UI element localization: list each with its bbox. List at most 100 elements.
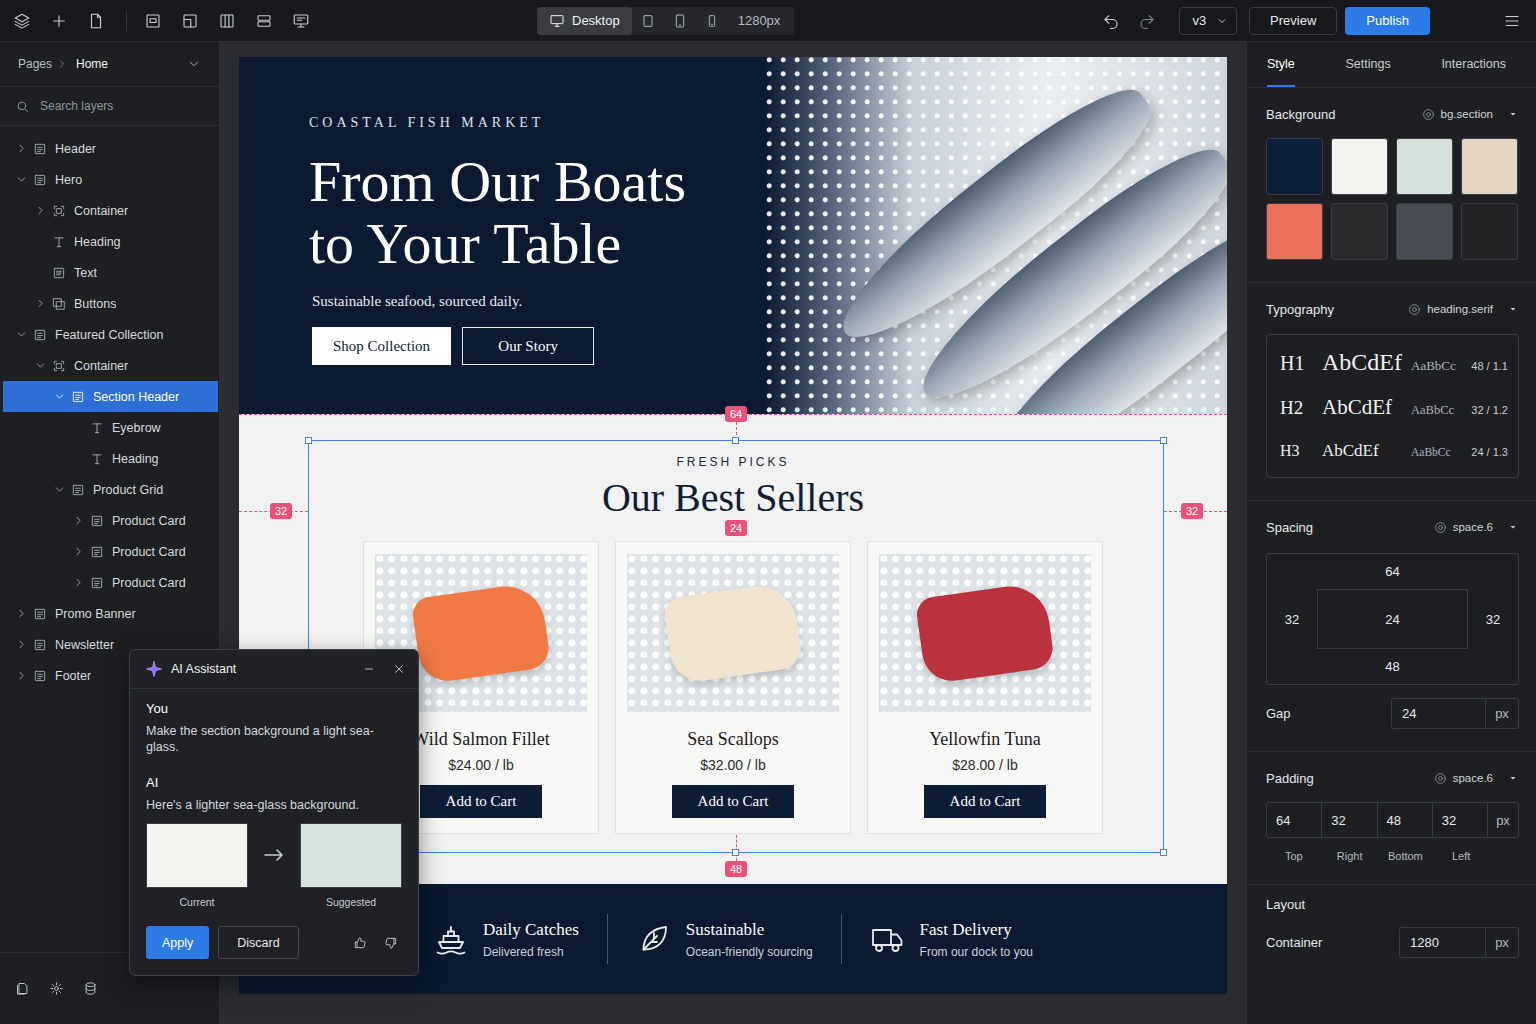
inspector-tab[interactable]: Interactions bbox=[1441, 42, 1506, 87]
chevron-icon[interactable] bbox=[72, 545, 85, 558]
layers-button[interactable] bbox=[8, 7, 36, 35]
color-swatch[interactable] bbox=[1266, 203, 1323, 260]
product-card[interactable]: Sea Scallops$32.00 / lbAdd to Cart bbox=[615, 541, 851, 834]
layer-row[interactable]: Section Header bbox=[3, 381, 218, 412]
columns-block-button[interactable] bbox=[213, 7, 241, 35]
spacing-right[interactable]: 32 bbox=[1468, 589, 1518, 649]
settings-button[interactable] bbox=[42, 975, 70, 1003]
token-select[interactable]: space.6 bbox=[1434, 772, 1519, 785]
chevron-icon[interactable] bbox=[15, 173, 28, 186]
layer-row[interactable]: Buttons bbox=[3, 288, 218, 319]
publish-button[interactable]: Publish bbox=[1345, 7, 1430, 35]
device-button[interactable] bbox=[664, 7, 696, 35]
hero-button[interactable]: Our Story bbox=[462, 327, 594, 365]
layer-row[interactable]: Eyebrow bbox=[3, 412, 218, 443]
chevron-icon[interactable] bbox=[53, 390, 66, 403]
chevron-icon[interactable] bbox=[53, 483, 66, 496]
spacing-left[interactable]: 32 bbox=[1267, 589, 1317, 649]
token-select[interactable]: heading.serif bbox=[1408, 303, 1519, 316]
apply-button[interactable]: Apply bbox=[146, 926, 209, 959]
color-swatch[interactable] bbox=[1331, 203, 1388, 260]
section-block-button[interactable] bbox=[139, 7, 167, 35]
type-style-row[interactable]: H1AbCdEfAaBbCc48 / 1.1 bbox=[1267, 337, 1518, 383]
add-to-cart-button[interactable]: Add to Cart bbox=[672, 785, 794, 818]
chevron-icon[interactable] bbox=[15, 142, 28, 155]
redo-button[interactable] bbox=[1133, 7, 1161, 35]
chevron-icon[interactable] bbox=[72, 576, 85, 589]
preview-button[interactable]: Preview bbox=[1249, 7, 1337, 35]
add-to-cart-button[interactable]: Add to Cart bbox=[420, 785, 542, 818]
device-button[interactable] bbox=[696, 7, 728, 35]
color-swatch[interactable] bbox=[1396, 203, 1453, 260]
container-width-input[interactable]: 1280px bbox=[1399, 927, 1519, 958]
chevron-icon[interactable] bbox=[15, 328, 28, 341]
data-button[interactable] bbox=[76, 975, 104, 1003]
token-select[interactable]: space.6 bbox=[1434, 521, 1519, 534]
chevron-icon[interactable] bbox=[34, 297, 47, 310]
spacing-bottom[interactable]: 48 bbox=[1317, 649, 1468, 684]
chevron-icon[interactable] bbox=[34, 359, 47, 372]
layer-row[interactable]: Featured Collection bbox=[3, 319, 218, 350]
hero-section[interactable]: COASTAL FISH MARKETFrom Our Boatsto Your… bbox=[239, 57, 1227, 414]
color-swatch[interactable] bbox=[1331, 138, 1388, 195]
selection-box[interactable] bbox=[308, 440, 1164, 853]
chevron-icon[interactable] bbox=[34, 204, 47, 217]
thumbs-down-button[interactable] bbox=[380, 932, 402, 954]
color-swatch[interactable] bbox=[1461, 203, 1518, 260]
padding-input[interactable]: 48 bbox=[1378, 803, 1433, 837]
color-swatch[interactable] bbox=[1266, 138, 1323, 195]
product-card[interactable]: Yellowfin Tuna$28.00 / lbAdd to Cart bbox=[867, 541, 1103, 834]
breadcrumb-root[interactable]: Pages bbox=[18, 57, 52, 71]
hero-button[interactable]: Shop Collection bbox=[312, 327, 451, 365]
padding-input[interactable]: 32 bbox=[1433, 803, 1488, 837]
spacing-top[interactable]: 64 bbox=[1317, 554, 1468, 589]
caret-down-icon[interactable] bbox=[187, 57, 201, 71]
inspector-tab[interactable]: Settings bbox=[1346, 42, 1391, 87]
chevron-icon[interactable] bbox=[15, 638, 28, 651]
version-select[interactable]: v3 bbox=[1179, 7, 1237, 35]
pages-button[interactable] bbox=[82, 7, 110, 35]
chevron-icon[interactable] bbox=[72, 514, 85, 527]
layer-row[interactable]: Text bbox=[3, 257, 218, 288]
spacing-center[interactable]: 24 bbox=[1317, 589, 1468, 649]
inspector-tab[interactable]: Style bbox=[1267, 42, 1295, 87]
color-swatch[interactable] bbox=[1396, 138, 1453, 195]
type-style-row[interactable]: H2AbCdEfAaBbCc32 / 1.2 bbox=[1267, 383, 1518, 429]
layer-row[interactable]: Heading bbox=[3, 443, 218, 474]
chevron-icon[interactable] bbox=[15, 607, 28, 620]
layer-row[interactable]: Heading bbox=[3, 226, 218, 257]
color-swatch[interactable] bbox=[1461, 138, 1518, 195]
layer-row[interactable]: Header bbox=[3, 133, 218, 164]
add-to-cart-button[interactable]: Add to Cart bbox=[924, 785, 1046, 818]
undo-button[interactable] bbox=[1097, 7, 1125, 35]
device-button[interactable] bbox=[632, 7, 664, 35]
add-button[interactable] bbox=[45, 7, 73, 35]
layer-row[interactable]: Product Card bbox=[3, 567, 218, 598]
layer-row[interactable]: Product Card bbox=[3, 505, 218, 536]
minimize-button[interactable] bbox=[358, 658, 380, 680]
layer-row[interactable]: Container bbox=[3, 350, 218, 381]
ai-assistant-panel[interactable]: AI AssistantYouMake the section backgrou… bbox=[129, 649, 419, 976]
split-block-button[interactable] bbox=[176, 7, 204, 35]
token-select[interactable]: bg.section bbox=[1422, 108, 1519, 121]
chevron-icon[interactable] bbox=[15, 669, 28, 682]
page-breadcrumb[interactable]: PagesHome bbox=[0, 42, 219, 87]
layer-row[interactable]: Container bbox=[3, 195, 218, 226]
media-block-button[interactable] bbox=[287, 7, 315, 35]
layer-row[interactable]: Product Grid bbox=[3, 474, 218, 505]
assets-button[interactable] bbox=[8, 975, 36, 1003]
layer-row[interactable]: Hero bbox=[3, 164, 218, 195]
thumbs-up-button[interactable] bbox=[349, 932, 371, 954]
device-button[interactable]: Desktop bbox=[537, 7, 632, 35]
layer-row[interactable]: Product Card bbox=[3, 536, 218, 567]
padding-input[interactable]: 64 bbox=[1267, 803, 1322, 837]
layer-row[interactable]: Promo Banner bbox=[3, 598, 218, 629]
type-style-row[interactable]: H3AbCdEfAaBbCc24 / 1.3 bbox=[1267, 429, 1518, 475]
gap-input[interactable]: 24px bbox=[1391, 698, 1519, 729]
layer-search[interactable]: Search layers bbox=[0, 87, 219, 126]
close-button[interactable] bbox=[388, 658, 410, 680]
discard-button[interactable]: Discard bbox=[218, 926, 298, 959]
padding-input[interactable]: 32 bbox=[1322, 803, 1377, 837]
rows-block-button[interactable] bbox=[250, 7, 278, 35]
menu-button[interactable] bbox=[1498, 7, 1526, 35]
